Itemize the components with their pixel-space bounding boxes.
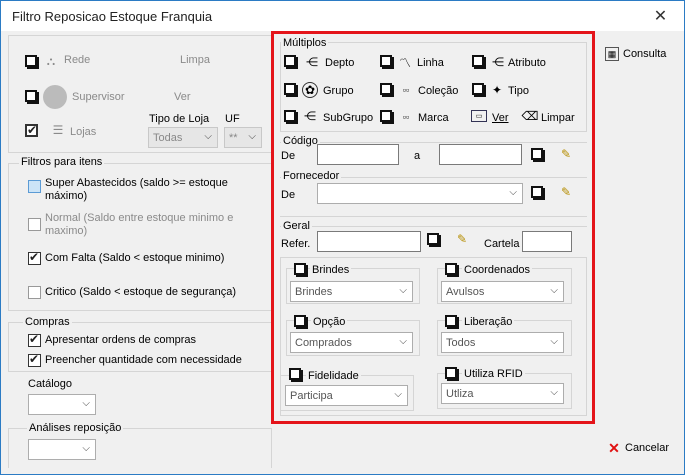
cancelar-button[interactable]: ✕ Cancelar: [607, 439, 670, 456]
report-icon: ▦: [605, 47, 619, 61]
supervisor-checkbox[interactable]: [25, 90, 37, 102]
limpa-button[interactable]: Limpa: [180, 54, 210, 66]
compras-title: Compras: [23, 316, 72, 328]
normal-label: Normal (Saldo entre estoque minimo e max…: [45, 212, 234, 237]
catalogo-select[interactable]: ⌵: [28, 394, 96, 415]
supervisor-icon: [43, 85, 67, 109]
uf-select[interactable]: ** ⌵: [224, 127, 262, 148]
apresentar-checkbox[interactable]: [28, 332, 41, 347]
tipo-loja-select[interactable]: Todas ⌵: [148, 127, 218, 148]
title-bar: Filtro Reposicao Estoque Franquia ✕: [1, 1, 684, 31]
catalogo-label: Catálogo: [28, 378, 73, 390]
rede-label: Rede: [64, 54, 91, 66]
supervisor-label: Supervisor: [72, 91, 125, 103]
falta-label: Com Falta (Saldo < estoque minimo): [45, 252, 225, 264]
preencher-label: Preencher quantidade com necessidade: [45, 354, 242, 366]
filtros-title: Filtros para itens: [19, 156, 105, 168]
critico-label: Critico (Saldo < estoque de segurança): [45, 286, 237, 298]
chevron-down-icon: ⌵: [248, 131, 256, 142]
preencher-checkbox[interactable]: [28, 352, 41, 367]
window: Filtro Reposicao Estoque Franquia ✕ ⛬ Re…: [0, 0, 685, 475]
super-checkbox[interactable]: [28, 180, 41, 193]
consulta-label: Consulta: [623, 48, 667, 60]
lojas-label: Lojas: [70, 126, 97, 138]
analises-title: Análises reposição: [27, 422, 124, 434]
apresentar-label: Apresentar ordens de compras: [45, 334, 197, 346]
chevron-down-icon: ⌵: [204, 131, 212, 142]
close-icon[interactable]: ✕: [638, 1, 683, 30]
window-title: Filtro Reposicao Estoque Franquia: [12, 9, 213, 24]
rede-checkbox[interactable]: [25, 55, 37, 67]
cancelar-label: Cancelar: [625, 442, 670, 454]
tipo-loja-label: Tipo de Loja: [149, 113, 210, 125]
ver-button[interactable]: Ver: [174, 91, 191, 103]
consulta-button[interactable]: ▦ Consulta: [605, 47, 666, 61]
lojas-icon: ☰: [52, 123, 64, 137]
cancel-icon: ✕: [608, 439, 620, 456]
normal-checkbox[interactable]: [28, 218, 41, 231]
lojas-checkbox[interactable]: [25, 123, 38, 137]
chevron-down-icon: ⌵: [82, 443, 90, 454]
analises-select[interactable]: ⌵: [28, 439, 96, 460]
critico-checkbox[interactable]: [28, 286, 41, 299]
chevron-down-icon: ⌵: [82, 398, 90, 409]
highlight-box: [271, 31, 595, 424]
uf-label: UF: [225, 113, 240, 125]
super-label: Super Abastecidos (saldo >= estoque máxi…: [45, 177, 228, 202]
falta-checkbox[interactable]: [28, 250, 41, 265]
rede-icon: ⛬: [46, 53, 56, 68]
